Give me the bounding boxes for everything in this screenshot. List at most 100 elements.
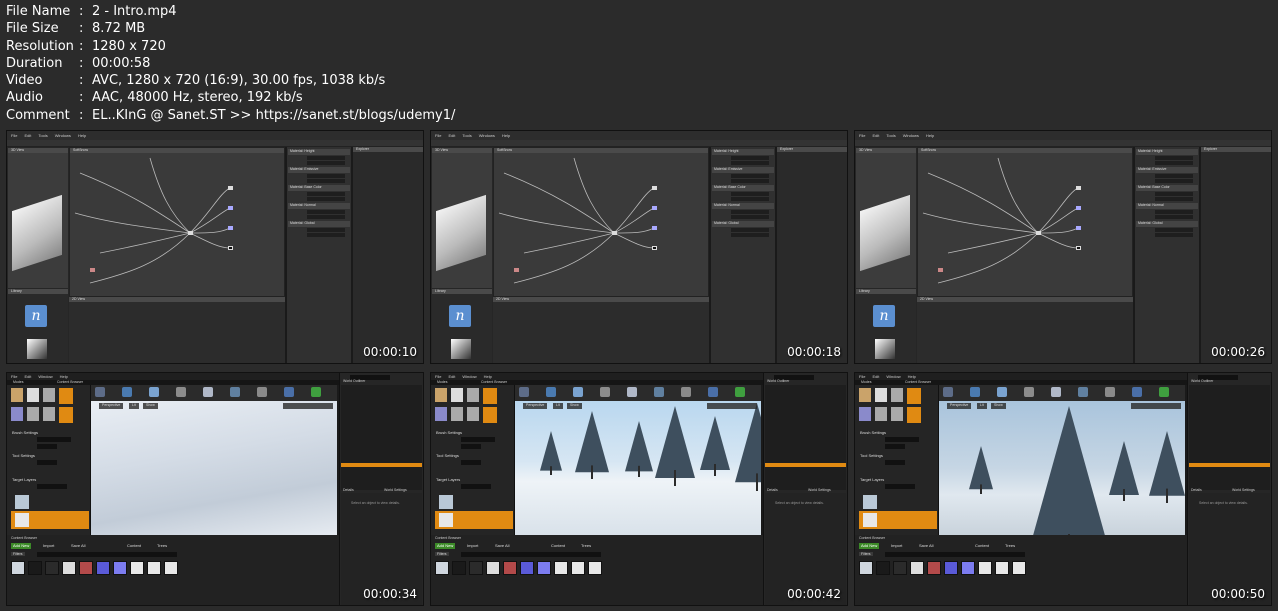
property-field[interactable] xyxy=(731,156,769,160)
asset-thumbnail[interactable] xyxy=(164,561,178,575)
save-all-button[interactable]: Save All xyxy=(495,543,509,548)
menu-item[interactable]: Windows xyxy=(903,133,919,138)
menu-item[interactable]: Tools xyxy=(462,133,471,138)
asset-thumbnail[interactable] xyxy=(435,561,449,575)
add-new-button[interactable]: Add New xyxy=(435,543,456,549)
property-section-header[interactable]: Material: Normal xyxy=(712,203,774,209)
toolbar-button-icon[interactable] xyxy=(284,387,294,397)
graph-view[interactable]: SoftSnow xyxy=(493,147,709,297)
search-assets-input[interactable] xyxy=(461,552,601,557)
mode-icon[interactable] xyxy=(435,388,447,402)
world-settings-tab[interactable]: World Settings xyxy=(384,488,407,492)
property-section-header[interactable]: Material: Global xyxy=(288,221,350,227)
property-field[interactable] xyxy=(731,210,769,214)
brush-size-field[interactable] xyxy=(461,437,495,442)
property-field[interactable] xyxy=(731,174,769,178)
property-section-header[interactable]: Material: Emissive xyxy=(288,167,350,173)
painting-layer-select[interactable] xyxy=(885,484,915,489)
asset-thumbnail[interactable] xyxy=(147,561,161,575)
library-node-icon[interactable]: n xyxy=(873,305,895,327)
show-button[interactable]: Show xyxy=(567,403,582,409)
property-section-header[interactable]: Material: Normal xyxy=(1136,203,1198,209)
breadcrumb-trees[interactable]: Trees xyxy=(1005,543,1015,548)
asset-thumbnail[interactable] xyxy=(113,561,127,575)
toolbar-button-icon[interactable] xyxy=(546,387,556,397)
content-browser-tab[interactable]: Content Browser xyxy=(435,536,461,540)
tab-content-browser[interactable]: Content Browser xyxy=(905,380,931,384)
asset-thumbnail[interactable] xyxy=(927,561,941,575)
graph-node[interactable] xyxy=(188,231,193,235)
search-assets-input[interactable] xyxy=(37,552,177,557)
add-new-button[interactable]: Add New xyxy=(11,543,32,549)
asset-thumbnail[interactable] xyxy=(893,561,907,575)
toolbar-button-icon[interactable] xyxy=(122,387,132,397)
property-field[interactable] xyxy=(731,233,769,237)
asset-thumbnail[interactable] xyxy=(1012,561,1026,575)
menu-item[interactable]: Help xyxy=(78,133,86,138)
graph-node[interactable] xyxy=(228,206,233,210)
layer-thumbnail[interactable] xyxy=(863,513,877,527)
3d-view-panel[interactable]: 3D View xyxy=(432,148,492,288)
world-outliner[interactable] xyxy=(765,385,846,490)
import-button[interactable]: Import xyxy=(43,543,54,548)
property-section-header[interactable]: Material: Global xyxy=(712,221,774,227)
mode-icon[interactable] xyxy=(875,407,887,421)
show-button[interactable]: Show xyxy=(991,403,1006,409)
layer-thumbnail[interactable] xyxy=(863,495,877,509)
asset-thumbnail[interactable] xyxy=(554,561,568,575)
details-tab[interactable]: Details xyxy=(1191,488,1202,492)
property-section-header[interactable]: Material: Emissive xyxy=(1136,167,1198,173)
video-thumbnail[interactable]: File Edit Window Help Modes Content Browser… xyxy=(854,372,1272,606)
property-field[interactable] xyxy=(1155,215,1193,219)
menu-item[interactable]: Window xyxy=(886,374,900,379)
library-node-icon[interactable]: n xyxy=(25,305,47,327)
tool-strength-field[interactable] xyxy=(37,460,57,465)
asset-thumbnail[interactable] xyxy=(79,561,93,575)
lit-button[interactable]: Lit xyxy=(129,403,139,409)
breadcrumb-content[interactable]: Content xyxy=(975,543,989,548)
menu-item[interactable]: Edit xyxy=(872,374,879,379)
toolbar-button-icon[interactable] xyxy=(654,387,664,397)
level-viewport[interactable]: Perspective Lit Show xyxy=(515,401,761,535)
menu-item[interactable]: Help xyxy=(908,374,916,379)
menu-item[interactable]: File xyxy=(11,133,17,138)
asset-thumbnail[interactable] xyxy=(537,561,551,575)
content-browser-tab[interactable]: Content Browser xyxy=(859,536,885,540)
mode-icon[interactable] xyxy=(435,407,447,421)
mode-icon[interactable] xyxy=(11,388,23,402)
toolbar-button-icon[interactable] xyxy=(708,387,718,397)
property-field[interactable] xyxy=(1155,192,1193,196)
tab-modes[interactable]: Modes xyxy=(861,380,872,384)
menu-item[interactable]: Window xyxy=(38,374,52,379)
menu-item[interactable]: Window xyxy=(462,374,476,379)
toolbar-button-icon[interactable] xyxy=(1132,387,1142,397)
toolbar-button-icon[interactable] xyxy=(203,387,213,397)
mode-icon[interactable] xyxy=(875,388,887,402)
filters-button[interactable]: Filters xyxy=(859,552,873,556)
mode-icon[interactable] xyxy=(467,388,479,402)
toolbar-button-icon[interactable] xyxy=(997,387,1007,397)
property-section-header[interactable]: Material: Base Color xyxy=(288,185,350,191)
2d-view-panel[interactable]: 2D View xyxy=(917,297,1133,363)
asset-thumbnail[interactable] xyxy=(45,561,59,575)
property-section-header[interactable]: Material: Height xyxy=(1136,149,1198,155)
graph-node[interactable] xyxy=(1076,226,1081,230)
tool-strength-field[interactable] xyxy=(461,460,481,465)
asset-thumbnail[interactable] xyxy=(503,561,517,575)
property-field[interactable] xyxy=(731,161,769,165)
property-field[interactable] xyxy=(731,215,769,219)
property-field[interactable] xyxy=(307,197,345,201)
mode-icon[interactable] xyxy=(11,407,23,421)
graph-node[interactable] xyxy=(1036,231,1041,235)
layer-thumbnail[interactable] xyxy=(15,495,29,509)
asset-thumbnail[interactable] xyxy=(910,561,924,575)
mode-icon[interactable] xyxy=(451,407,463,421)
selected-actor-row[interactable] xyxy=(1189,463,1270,467)
mode-icon[interactable] xyxy=(451,388,463,402)
asset-thumbnail[interactable] xyxy=(28,561,42,575)
toolbar-button-icon[interactable] xyxy=(257,387,267,397)
asset-thumbnail[interactable] xyxy=(995,561,1009,575)
snap-controls[interactable] xyxy=(1131,403,1181,409)
tab-content-browser[interactable]: Content Browser xyxy=(57,380,83,384)
graph-node[interactable] xyxy=(228,246,233,250)
